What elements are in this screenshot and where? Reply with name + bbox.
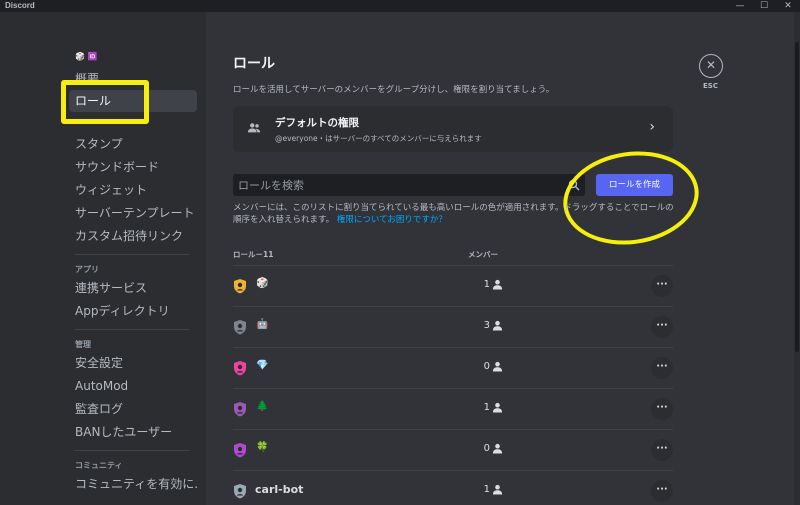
more-options-button[interactable]: ··· [651,480,673,502]
role-member-count: 0 [483,443,490,454]
more-options-button[interactable]: ··· [651,357,673,379]
role-emoji: 💎 [256,360,269,371]
role-member-count: 0 [483,361,490,372]
role-member-count: 1 [483,402,490,413]
members-icon [247,123,261,133]
server-name-icons: 🎲 🆔 [75,52,98,61]
app-title: Discord [5,1,35,10]
person-icon [492,402,503,413]
default-permissions-card[interactable]: デフォルトの権限 @everyone・はサーバーのすべてのメンバーに与えられます… [233,106,673,152]
minimize-button[interactable]: — [728,0,752,12]
role-row[interactable]: 🍀 0 ··· [233,430,673,470]
role-member-count: 3 [483,320,490,331]
sidebar-section-apps: アプリ [75,265,99,274]
sidebar-separator [75,450,189,451]
permissions-help-link[interactable]: 権限についてお困りですか？ [337,215,447,225]
maximize-button[interactable]: ☐ [752,0,776,12]
sidebar-separator [75,254,189,255]
close-window-button[interactable]: ✕ [776,0,800,12]
role-shield-icon [234,361,246,376]
role-help-description: メンバーには、このリストに割り当てられている最も高いロールの色が適用されます。ド… [233,203,674,225]
role-emoji: 🤖 [256,319,269,330]
role-shield-icon [234,320,246,335]
person-icon [492,484,503,495]
person-icon [492,320,503,331]
person-icon [492,361,503,372]
sidebar-item-safety[interactable]: 安全設定 [69,352,197,374]
role-help-text: メンバーには、このリストに割り当てられている最も高いロールの色が適用されます。ド… [233,202,678,226]
sidebar-section-community: コミュニティ [75,461,123,470]
role-row[interactable]: 💎 0 ··· [233,348,673,388]
roles-panel: ロール ロールを活用してサーバーのメンバーをグループ分けし、権限を割り当てましょ… [206,12,800,505]
sidebar-separator [75,329,189,330]
page-title: ロール [233,56,275,72]
annotation-highlight-box [61,80,149,124]
close-icon[interactable]: ✕ [699,54,723,78]
role-member-count: 1 [483,279,490,290]
sidebar-item-custom-invite[interactable]: カスタム招待リンク [69,225,197,247]
sidebar-item-app-directory[interactable]: Appディレクトリ [69,300,197,322]
more-options-button[interactable]: ··· [651,439,673,461]
role-row[interactable]: 🤖 3 ··· [233,307,673,347]
sidebar-item-bans[interactable]: BANしたユーザー [69,421,197,443]
role-shield-icon [234,402,246,417]
default-permissions-subtitle: @everyone・はサーバーのすべてのメンバーに与えられます [275,134,482,143]
role-row[interactable]: 🌲 1 ··· [233,389,673,429]
person-icon [492,443,503,454]
annotation-circle [557,142,705,254]
scrollbar-thumb[interactable] [795,42,799,352]
role-emoji: 🍀 [256,442,269,453]
chevron-right-icon: › [649,119,655,135]
page-description: ロールを活用してサーバーのメンバーをグループ分けし、権限を割り当てましょう。 [233,85,555,95]
role-name: carl-bot [255,483,304,496]
role-member-count: 1 [483,484,490,495]
person-icon [492,279,503,290]
more-options-button[interactable]: ··· [651,398,673,420]
scrollbar[interactable] [794,12,800,505]
sidebar-item-server-template[interactable]: サーバーテンプレート [69,202,197,224]
role-row[interactable]: carl-bot 1 ··· [233,471,673,505]
sidebar-item-soundboard[interactable]: サウンドボード [69,156,197,178]
window-titlebar: Discord — ☐ ✕ [0,0,800,12]
sidebar-section-moderation: 管理 [75,340,91,349]
sidebar-item-stickers[interactable]: スタンプ [69,133,197,155]
more-options-button[interactable]: ··· [651,316,673,338]
esc-label: ESC [703,82,718,90]
more-options-button[interactable]: ··· [651,275,673,297]
sidebar-item-widget[interactable]: ウィジェット [69,179,197,201]
role-search-input[interactable] [233,174,585,196]
role-emoji: 🌲 [256,401,269,412]
role-shield-icon [234,484,246,499]
sidebar-item-integrations[interactable]: 連携サービス [69,277,197,299]
sidebar-item-enable-community[interactable]: コミュニティを有効に... [69,473,197,495]
role-emoji: 🎲 [256,278,269,289]
role-row[interactable]: 🎲 1 ··· [233,266,673,306]
members-column-header: メンバー [468,250,498,259]
roles-column-header: ロール－11 [233,250,274,259]
sidebar-item-audit-log[interactable]: 監査ログ [69,398,197,420]
default-permissions-title: デフォルトの権限 [275,117,359,129]
role-shield-icon [234,443,246,458]
role-shield-icon [234,279,246,294]
sidebar-item-automod[interactable]: AutoMod [69,375,197,397]
